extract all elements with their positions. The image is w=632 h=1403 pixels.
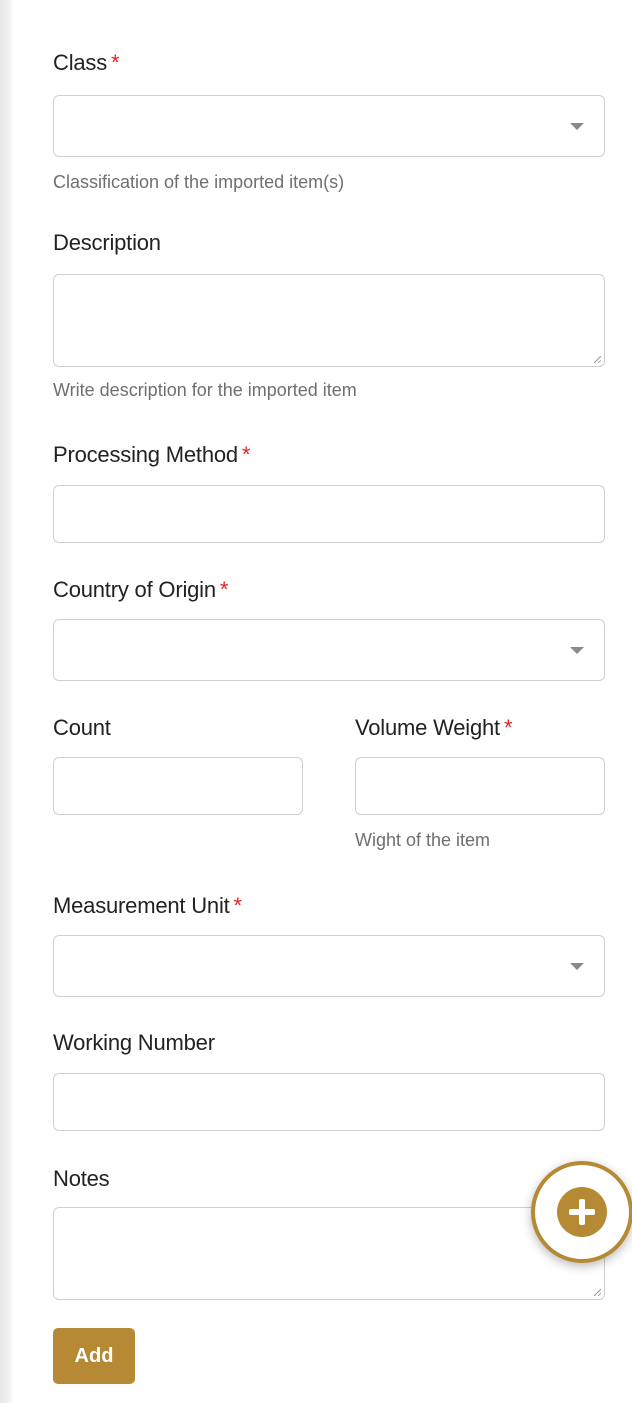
- volume-weight-help: Wight of the item: [355, 830, 491, 850]
- volume-weight-label: Volume Weight *: [355, 715, 513, 740]
- measurement-unit-label: Measurement Unit *: [53, 893, 243, 918]
- chevron-down-icon: [570, 123, 584, 130]
- add-button[interactable]: Add: [53, 1328, 135, 1384]
- required-mark: *: [503, 715, 513, 740]
- plus-circle-icon: [557, 1187, 607, 1237]
- required-mark: *: [241, 442, 251, 467]
- class-label: Class *: [53, 50, 120, 75]
- measurement-unit-select[interactable]: [53, 935, 605, 997]
- count-label: Count: [53, 715, 111, 740]
- description-textarea[interactable]: [53, 274, 605, 367]
- count-input[interactable]: [53, 757, 303, 815]
- required-mark: *: [219, 577, 229, 602]
- processing-method-input[interactable]: [53, 485, 605, 543]
- class-help: Classification of the imported item(s): [53, 172, 345, 192]
- required-mark: *: [233, 893, 243, 918]
- left-panel-edge: [0, 0, 14, 1403]
- chevron-down-icon: [570, 963, 584, 970]
- description-label: Description: [53, 230, 161, 255]
- resize-handle-icon[interactable]: [594, 1289, 601, 1296]
- floating-add-button[interactable]: [531, 1161, 632, 1263]
- resize-handle-icon[interactable]: [594, 356, 601, 363]
- volume-weight-input[interactable]: [355, 757, 605, 815]
- notes-label: Notes: [53, 1166, 110, 1191]
- working-number-input[interactable]: [53, 1073, 605, 1131]
- description-help: Write description for the imported item: [53, 380, 357, 400]
- required-mark: *: [111, 50, 120, 75]
- chevron-down-icon: [570, 647, 584, 654]
- country-of-origin-select[interactable]: [53, 619, 605, 681]
- class-select[interactable]: [53, 95, 605, 157]
- country-of-origin-label: Country of Origin *: [53, 577, 229, 602]
- processing-method-label: Processing Method *: [53, 442, 251, 467]
- notes-textarea[interactable]: [53, 1207, 605, 1300]
- working-number-label: Working Number: [53, 1030, 215, 1055]
